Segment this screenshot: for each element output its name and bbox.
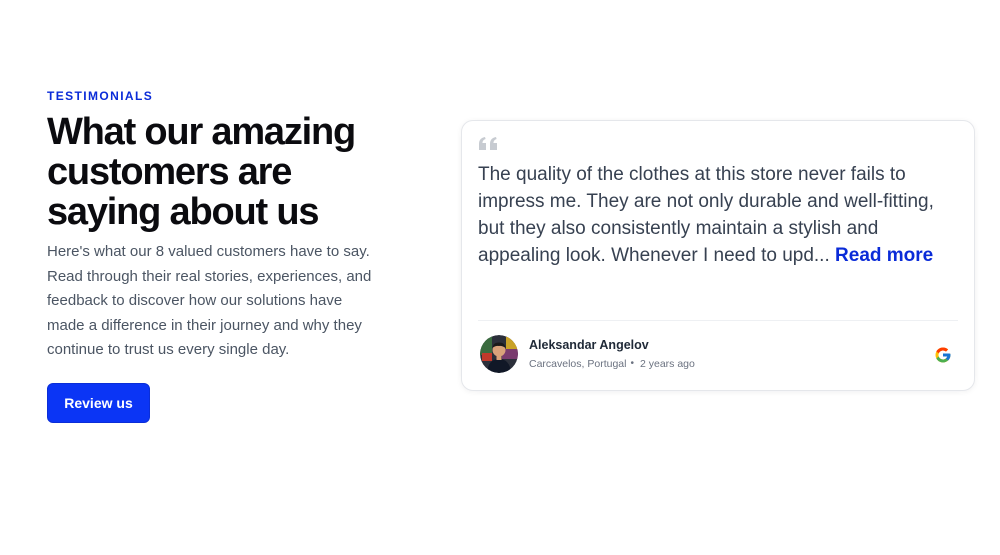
author-meta: Carcavelos, Portugal • 2 years ago	[529, 357, 695, 371]
author-name: Aleksandar Angelov	[529, 338, 649, 352]
author-location: Carcavelos, Portugal	[529, 358, 627, 370]
read-more-link[interactable]: Read more	[835, 245, 933, 266]
testimonial-author: Aleksandar Angelov Carcavelos, Portugal …	[480, 335, 695, 373]
quote-icon	[479, 137, 497, 150]
section-eyebrow: TESTIMONIALS	[47, 89, 154, 103]
google-icon[interactable]	[934, 346, 952, 364]
testimonials-intro: TESTIMONIALS What our amazing customers …	[47, 88, 392, 423]
testimonial-card: The quality of the clothes at this store…	[461, 120, 975, 391]
section-headline: What our amazing customers are saying ab…	[47, 111, 356, 233]
card-divider	[478, 320, 958, 321]
author-info: Aleksandar Angelov Carcavelos, Portugal …	[529, 337, 695, 371]
meta-separator: •	[630, 358, 634, 369]
avatar	[480, 335, 518, 373]
review-time: 2 years ago	[639, 358, 695, 370]
section-description: Here's what our 8 valued customers have …	[47, 243, 372, 358]
testimonial-text: The quality of the clothes at this store…	[478, 161, 958, 269]
review-us-button[interactable]: Review us	[47, 382, 150, 423]
